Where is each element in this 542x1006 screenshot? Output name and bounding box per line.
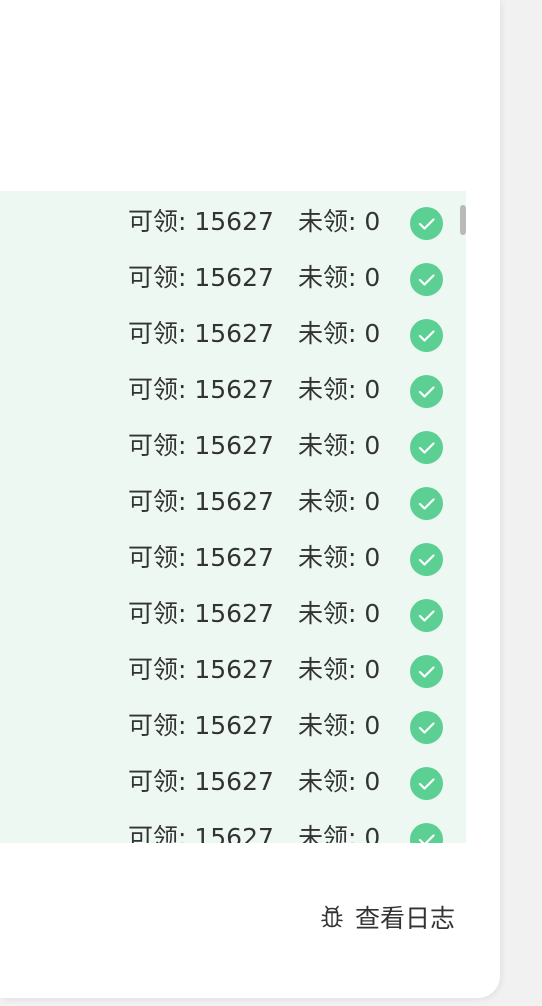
list-item: 可领: 15627 未领: 0 xyxy=(0,527,466,583)
check-circle-icon xyxy=(410,207,443,240)
check-circle-icon xyxy=(410,767,443,800)
unclaimed-amount: 未领: 0 xyxy=(298,767,381,796)
unclaimed-amount: 未领: 0 xyxy=(298,823,381,843)
unclaimed-amount: 未领: 0 xyxy=(298,711,381,740)
check-circle-icon xyxy=(410,263,443,296)
list-item: 可领: 15627 未领: 0 xyxy=(0,359,466,415)
bug-icon xyxy=(321,905,343,928)
check-circle-icon xyxy=(410,823,443,843)
unclaimed-amount: 未领: 0 xyxy=(298,431,381,460)
list-item: 可领: 15627 未领: 0 xyxy=(0,191,466,247)
view-log-button[interactable]: 查看日志 xyxy=(318,899,455,935)
claimable-amount: 可领: 15627 xyxy=(128,711,274,740)
claimable-amount: 可领: 15627 xyxy=(128,599,274,628)
unclaimed-amount: 未领: 0 xyxy=(298,319,381,348)
claimable-amount: 可领: 15627 xyxy=(128,543,274,572)
unclaimed-amount: 未领: 0 xyxy=(298,599,381,628)
list-item: 可领: 15627 未领: 0 xyxy=(0,695,466,751)
claimable-amount: 可领: 15627 xyxy=(128,655,274,684)
claimable-amount: 可领: 15627 xyxy=(128,431,274,460)
list-item: 可领: 15627 未领: 0 xyxy=(0,303,466,359)
check-circle-icon xyxy=(410,487,443,520)
claimable-amount: 可领: 15627 xyxy=(128,207,274,236)
claimable-amount: 可领: 15627 xyxy=(128,319,274,348)
check-circle-icon xyxy=(410,655,443,688)
list-item: 可领: 15627 未领: 0 xyxy=(0,583,466,639)
list-item: 可领: 15627 未领: 0 xyxy=(0,639,466,695)
claim-list: 可领: 15627 未领: 0 可领: 15627 未领: 0 可领: 1562… xyxy=(0,191,466,843)
unclaimed-amount: 未领: 0 xyxy=(298,375,381,404)
check-circle-icon xyxy=(410,543,443,576)
main-card: 可领: 15627 未领: 0 可领: 15627 未领: 0 可领: 1562… xyxy=(0,0,500,998)
unclaimed-amount: 未领: 0 xyxy=(298,207,381,236)
unclaimed-amount: 未领: 0 xyxy=(298,655,381,684)
check-circle-icon xyxy=(410,711,443,744)
list-item: 可领: 15627 未领: 0 xyxy=(0,415,466,471)
claimable-amount: 可领: 15627 xyxy=(128,767,274,796)
claimable-amount: 可领: 15627 xyxy=(128,375,274,404)
claimable-amount: 可领: 15627 xyxy=(128,487,274,516)
check-circle-icon xyxy=(410,375,443,408)
check-circle-icon xyxy=(410,319,443,352)
claimable-amount: 可领: 15627 xyxy=(128,823,274,843)
unclaimed-amount: 未领: 0 xyxy=(298,263,381,292)
list-item: 可领: 15627 未领: 0 xyxy=(0,471,466,527)
list-item: 可领: 15627 未领: 0 xyxy=(0,807,466,843)
scrollbar-thumb[interactable] xyxy=(460,205,466,235)
check-circle-icon xyxy=(410,599,443,632)
claim-list-panel[interactable]: 可领: 15627 未领: 0 可领: 15627 未领: 0 可领: 1562… xyxy=(0,191,466,843)
check-circle-icon xyxy=(410,431,443,464)
view-log-label: 查看日志 xyxy=(355,904,456,933)
unclaimed-amount: 未领: 0 xyxy=(298,543,381,572)
claimable-amount: 可领: 15627 xyxy=(128,263,274,292)
list-item: 可领: 15627 未领: 0 xyxy=(0,751,466,807)
unclaimed-amount: 未领: 0 xyxy=(298,487,381,516)
list-item: 可领: 15627 未领: 0 xyxy=(0,247,466,303)
